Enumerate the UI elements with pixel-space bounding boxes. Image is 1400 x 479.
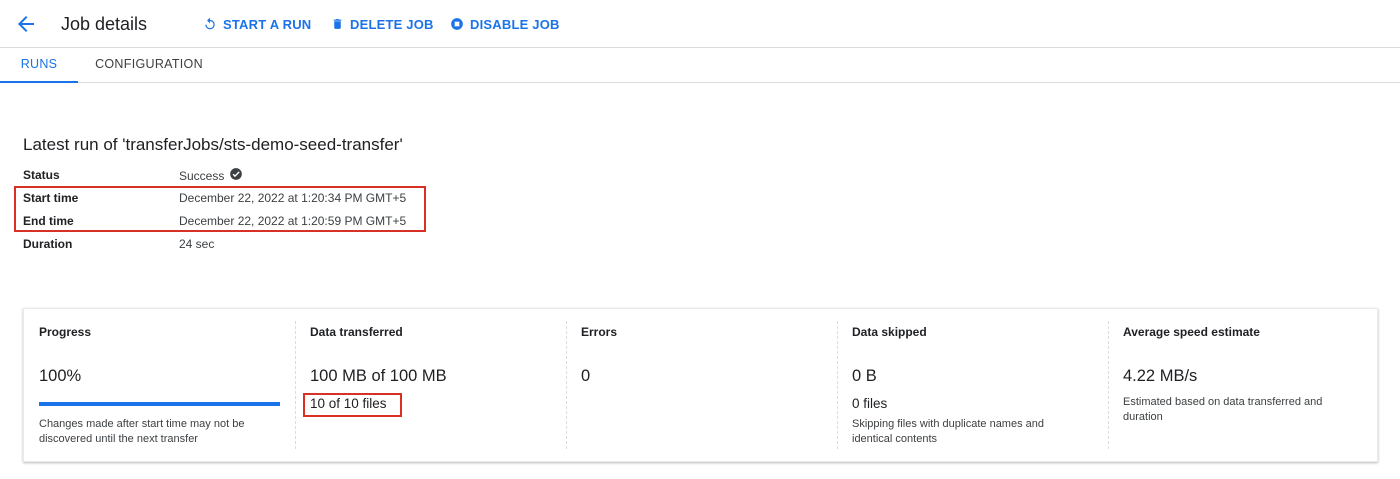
errors-label: Errors xyxy=(581,325,618,339)
start-run-label: START A RUN xyxy=(223,16,312,32)
time-highlight-box xyxy=(14,186,426,232)
progress-label: Progress xyxy=(39,325,92,339)
data-skipped-note: Skipping files with duplicate names and … xyxy=(852,418,1045,445)
speed-column: Average speed estimate 4.22 MB/s Estimat… xyxy=(1108,309,1379,463)
progress-column: Progress 100% Changes made after start t… xyxy=(24,309,295,463)
refresh-icon xyxy=(203,17,217,31)
top-bar: Job details START A RUN DELETE JOB DISAB… xyxy=(0,0,1400,48)
data-transferred-value: 100 MB of 100 MB xyxy=(310,367,447,385)
data-skipped-column: Data skipped 0 B 0 files Skipping files … xyxy=(837,309,1108,463)
trash-icon xyxy=(331,17,344,31)
files-highlight-box xyxy=(303,393,402,417)
latest-run-title: Latest run of 'transferJobs/sts-demo-see… xyxy=(23,135,403,154)
tab-configuration[interactable]: CONFIGURATION xyxy=(90,48,208,83)
duration-value: 24 sec xyxy=(179,237,215,251)
transfer-stats-card: Progress 100% Changes made after start t… xyxy=(23,308,1378,462)
progress-value: 100% xyxy=(39,367,82,385)
errors-column: Errors 0 xyxy=(566,309,837,463)
progress-note: Changes made after start time may not be… xyxy=(39,418,245,445)
speed-note: Estimated based on data transferred and … xyxy=(1123,396,1323,423)
tab-bar: RUNS CONFIGURATION xyxy=(0,48,1400,83)
errors-value: 0 xyxy=(581,367,591,385)
check-circle-icon xyxy=(229,167,243,185)
disable-job-label: DISABLE JOB xyxy=(470,16,560,32)
files-skipped-count: 0 files xyxy=(852,396,888,411)
delete-job-button[interactable]: DELETE JOB xyxy=(331,14,434,34)
status-label: Status xyxy=(23,168,60,182)
page-title: Job details xyxy=(61,14,148,34)
speed-value: 4.22 MB/s xyxy=(1123,367,1198,385)
progress-bar xyxy=(39,402,280,406)
data-transferred-column: Data transferred 100 MB of 100 MB 10 of … xyxy=(295,309,566,463)
status-value: Success xyxy=(179,167,243,185)
data-skipped-value: 0 B xyxy=(852,367,877,385)
delete-job-label: DELETE JOB xyxy=(350,16,434,32)
speed-label: Average speed estimate xyxy=(1123,325,1260,339)
stop-circle-icon xyxy=(450,17,464,31)
back-arrow-icon[interactable] xyxy=(14,12,38,36)
data-skipped-label: Data skipped xyxy=(852,325,927,339)
start-run-button[interactable]: START A RUN xyxy=(203,14,311,34)
status-text: Success xyxy=(179,169,225,183)
duration-label: Duration xyxy=(23,237,73,251)
data-transferred-label: Data transferred xyxy=(310,325,403,339)
disable-job-button[interactable]: DISABLE JOB xyxy=(450,14,560,34)
tab-runs[interactable]: RUNS xyxy=(0,48,78,83)
progress-bar-fill xyxy=(39,402,280,406)
